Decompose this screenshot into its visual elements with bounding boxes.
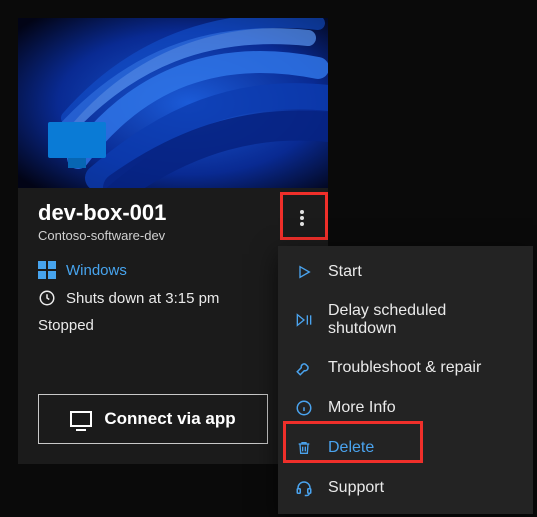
- annotation-highlight-more: [280, 192, 328, 240]
- annotation-highlight-delete: [283, 421, 423, 463]
- context-menu: Start Delay scheduled shutdown Troublesh…: [278, 246, 533, 514]
- schedule-label: Shuts down at 3:15 pm: [66, 290, 219, 307]
- schedule-row: Shuts down at 3:15 pm: [38, 289, 308, 307]
- devbox-project: Contoso-software-dev: [38, 228, 308, 243]
- menu-item-delay-shutdown[interactable]: Delay scheduled shutdown: [278, 292, 533, 348]
- monitor-icon: [48, 122, 106, 170]
- menu-item-start[interactable]: Start: [278, 252, 533, 292]
- menu-label: Troubleshoot & repair: [328, 359, 481, 377]
- windows-icon: [38, 261, 56, 279]
- headset-icon: [294, 478, 314, 498]
- menu-label: More Info: [328, 399, 396, 417]
- menu-item-troubleshoot[interactable]: Troubleshoot & repair: [278, 348, 533, 388]
- play-icon: [294, 262, 314, 282]
- devbox-title: dev-box-001: [38, 200, 308, 226]
- devbox-thumbnail: [18, 18, 328, 188]
- os-label: Windows: [66, 262, 127, 279]
- wrench-icon: [294, 358, 314, 378]
- menu-label: Delay scheduled shutdown: [328, 302, 517, 338]
- menu-item-support[interactable]: Support: [278, 468, 533, 508]
- os-row[interactable]: Windows: [38, 261, 308, 279]
- info-icon: [294, 398, 314, 418]
- menu-label: Support: [328, 479, 384, 497]
- monitor-small-icon: [70, 411, 92, 427]
- play-pause-icon: [294, 310, 314, 330]
- connect-button[interactable]: Connect via app: [38, 394, 268, 444]
- status-label: Stopped: [38, 317, 308, 334]
- connect-label: Connect via app: [104, 409, 235, 429]
- clock-icon: [38, 289, 56, 307]
- menu-label: Start: [328, 263, 362, 281]
